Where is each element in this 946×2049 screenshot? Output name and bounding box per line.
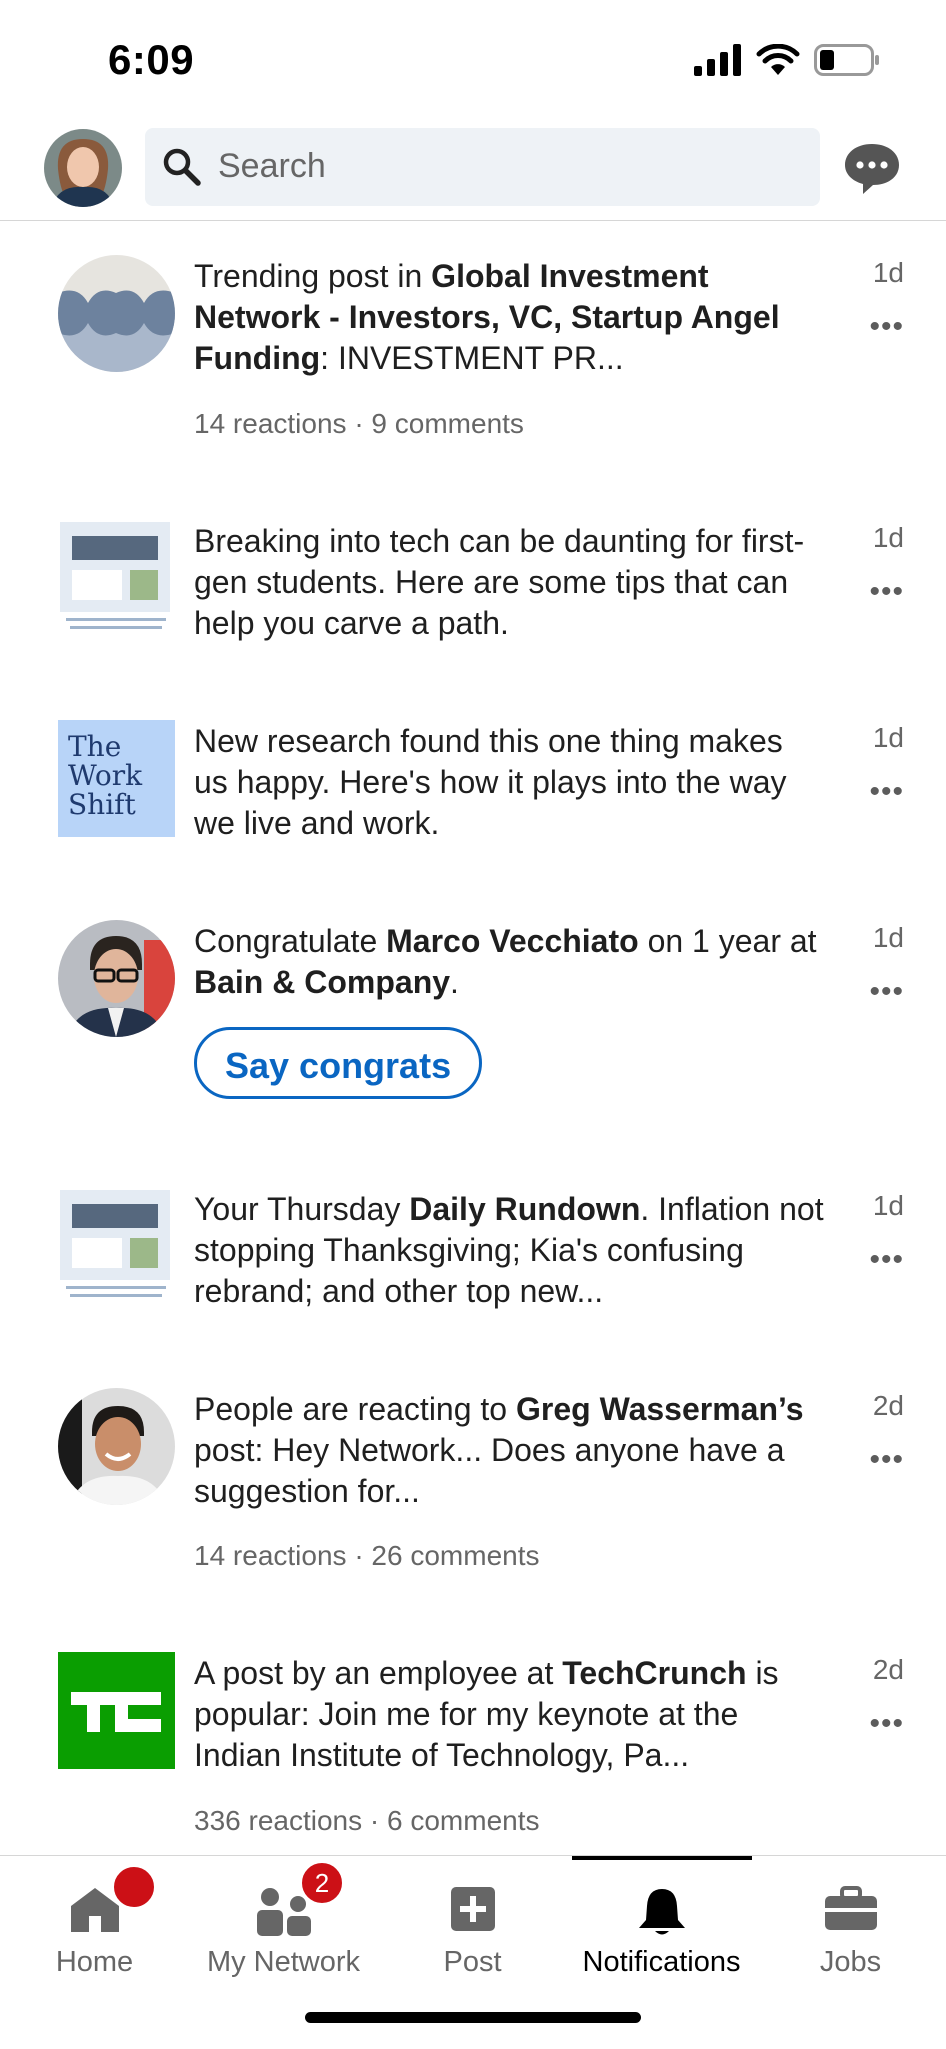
reactions-summary: 14 reactions · 26 comments [194,1540,540,1571]
home-notification-badge [111,1864,157,1910]
more-options-icon[interactable]: ••• [869,977,904,1007]
notification-item[interactable]: Your Thursday Daily Rundown. Inflation n… [0,1154,946,1354]
timestamp: 1d [872,722,904,753]
nav-home[interactable]: Home [0,1856,189,1986]
more-options-icon[interactable]: ••• [869,1245,904,1275]
notification-text: New research found this one thing makes … [194,723,787,841]
timestamp: 2d [872,1390,904,1421]
notification-item[interactable]: Trending post in Global Investment Netwo… [0,221,946,486]
more-options-icon[interactable]: ••• [869,777,904,807]
work-shift-logo: The Work Shift [58,720,175,837]
avatar [58,1388,175,1505]
nav-jobs[interactable]: Jobs [756,1856,945,1986]
nav-home-label: Home [55,1946,134,1978]
messaging-icon[interactable] [843,142,901,196]
article-icon [58,1188,175,1305]
more-options-icon[interactable]: ••• [869,577,904,607]
home-indicator [305,2012,641,2023]
notification-item[interactable]: Congratulate Marco Vecchiato on 1 year a… [0,886,946,1154]
nav-jobs-label: Jobs [819,1946,882,1978]
nav-post[interactable]: Post [378,1856,567,1986]
techcrunch-logo [58,1652,175,1769]
reactions-summary: 14 reactions · 9 comments [194,408,524,439]
wifi-icon [756,44,800,75]
nav-notifications-label: Notifications [582,1946,741,1978]
nav-post-label: Post [443,1946,502,1978]
profile-avatar[interactable] [44,129,122,207]
cellular-signal-icon [694,44,741,76]
notification-text: A post by an employee at TechCrunch is p… [194,1655,779,1773]
article-icon [58,520,175,637]
group-logo [58,255,175,372]
notification-item[interactable]: Breaking into tech can be daunting for f… [0,486,946,686]
notification-item[interactable]: The Work Shift New research found this o… [0,686,946,886]
timestamp: 1d [872,922,904,953]
notification-text: Breaking into tech can be daunting for f… [194,523,805,641]
reactions-summary: 336 reactions · 6 comments [194,1805,540,1836]
bell-icon [638,1889,685,1935]
search-input[interactable]: Search [145,128,820,206]
timestamp: 2d [872,1654,904,1685]
timestamp: 1d [872,257,904,288]
say-congrats-button[interactable]: Say congrats [194,1027,483,1099]
more-options-icon[interactable]: ••• [869,312,904,342]
nav-my-network[interactable]: 2 My Network [189,1856,378,1986]
network-notification-badge: 2 [299,1860,345,1906]
status-bar: 6:09 [0,0,946,120]
notification-item[interactable]: A post by an employee at TechCrunch is p… [0,1618,946,1854]
search-icon [163,148,201,186]
timestamp: 1d [872,1190,904,1221]
notification-text: Congratulate Marco Vecchiato on 1 year a… [194,923,817,1000]
timestamp: 1d [872,522,904,553]
status-icons [694,44,880,76]
nav-notifications[interactable]: Notifications [567,1856,756,1986]
notification-item[interactable]: People are reacting to Greg Wasserman’s … [0,1354,946,1618]
search-placeholder: Search [218,147,326,185]
battery-icon [814,44,879,76]
more-options-icon[interactable]: ••• [869,1445,904,1475]
post-plus-icon [450,1887,495,1931]
nav-my-network-label: My Network [206,1946,361,1978]
notification-text: People are reacting to Greg Wasserman’s … [194,1391,804,1509]
status-time: 6:09 [108,36,195,83]
notification-text: Trending post in Global Investment Netwo… [194,258,780,376]
more-options-icon[interactable]: ••• [869,1709,904,1739]
briefcase-icon [824,1886,877,1930]
avatar [58,920,175,1037]
notification-text: Your Thursday Daily Rundown. Inflation n… [194,1191,824,1309]
top-header: Search [0,120,946,221]
